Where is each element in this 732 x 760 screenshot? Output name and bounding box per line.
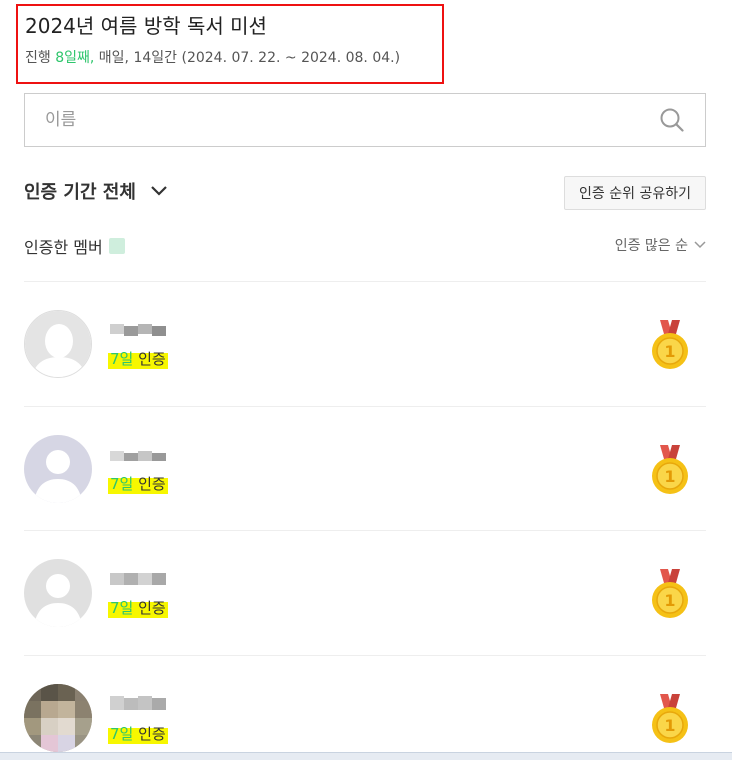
medal-rank: 1	[664, 716, 675, 735]
medal-rank: 1	[664, 591, 675, 610]
period-dropdown[interactable]: 인증 기간 전체	[24, 178, 168, 204]
default-avatar-icon	[24, 559, 92, 627]
gold-medal-icon: 1	[652, 445, 688, 494]
chevron-down-icon	[151, 186, 167, 196]
chevron-down-icon	[694, 241, 706, 249]
period-label: 인증 기간 전체	[24, 182, 136, 203]
avatar	[24, 559, 92, 627]
cert-days-value: 7일	[110, 475, 134, 493]
gold-medal-icon: 1	[652, 569, 688, 618]
default-avatar-icon	[25, 311, 91, 377]
name-blurred	[110, 573, 166, 585]
search-input[interactable]	[45, 110, 659, 130]
member-count-blurred	[108, 238, 125, 254]
cert-days: 7일 인증	[108, 598, 168, 618]
share-ranking-button[interactable]: 인증 순위 공유하기	[564, 176, 706, 210]
avatar	[24, 310, 92, 378]
gold-medal-icon: 1	[652, 694, 688, 743]
gold-medal-icon: 1	[652, 320, 688, 369]
cert-suffix: 인증	[133, 725, 166, 743]
default-avatar-icon	[24, 435, 92, 503]
cert-days: 7일 인증	[108, 724, 168, 744]
mission-header: 2024년 여름 방학 독서 미션 진행 8일째, 매일, 14일간 (2024…	[16, 4, 444, 84]
mission-subline: 진행 8일째, 매일, 14일간 (2024. 07. 22. ~ 2024. …	[25, 48, 435, 68]
search-box	[24, 93, 706, 147]
sort-dropdown[interactable]: 인증 많은 순	[615, 235, 706, 255]
name-blurred	[110, 451, 166, 461]
cert-days-value: 7일	[110, 350, 134, 368]
cert-suffix: 인증	[133, 599, 166, 617]
medal-rank: 1	[664, 467, 675, 486]
filter-row: 인증 기간 전체 인증 순위 공유하기	[24, 174, 706, 210]
members-label: 인증한 멤버	[24, 238, 103, 257]
search-icon[interactable]	[659, 107, 685, 133]
name-blurred	[110, 696, 166, 710]
members-row: 인증한 멤버 인증 많은 순	[24, 232, 706, 258]
cert-days: 7일 인증	[108, 349, 168, 369]
avatar	[24, 435, 92, 503]
member-row[interactable]: 7일 인증 1	[24, 531, 706, 655]
window-bottom-edge	[0, 752, 732, 760]
avatar	[24, 684, 92, 752]
photo-avatar-blurred	[24, 684, 92, 752]
members-header: 인증한 멤버	[24, 234, 125, 258]
sort-label: 인증 많은 순	[614, 238, 688, 254]
status-prefix: 진행	[25, 50, 56, 66]
day-count: 8일째,	[55, 50, 95, 66]
cert-suffix: 인증	[133, 350, 166, 368]
cert-days: 7일 인증	[108, 474, 168, 494]
medal-rank: 1	[664, 342, 675, 361]
member-row[interactable]: 7일 인증 1	[24, 282, 706, 406]
schedule-text: 매일, 14일간 (2024. 07. 22. ~ 2024. 08. 04.)	[94, 50, 401, 66]
cert-suffix: 인증	[133, 475, 166, 493]
mission-title: 2024년 여름 방학 독서 미션	[25, 14, 267, 38]
member-row[interactable]: 7일 인증 1	[24, 656, 706, 760]
name-blurred	[110, 324, 166, 336]
cert-days-value: 7일	[110, 599, 134, 617]
member-row[interactable]: 7일 인증 1	[24, 407, 706, 531]
cert-days-value: 7일	[110, 725, 134, 743]
